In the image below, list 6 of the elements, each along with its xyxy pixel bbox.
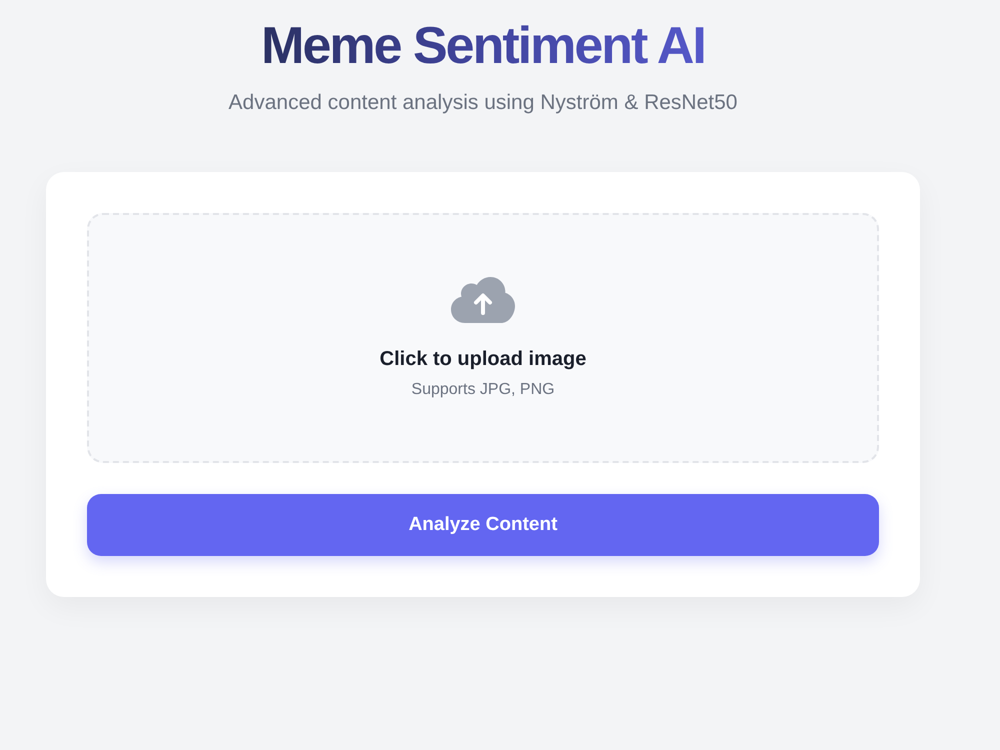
upload-prompt: Click to upload image [380,347,586,372]
analyze-button[interactable]: Analyze Content [87,494,879,556]
upload-dropzone[interactable]: Click to upload image Supports JPG, PNG [87,213,879,464]
cloud-upload-icon [451,277,515,324]
app-subtitle: Advanced content analysis using Nyström & ResNet50 [228,90,738,116]
upload-hint: Supports JPG, PNG [411,380,555,400]
